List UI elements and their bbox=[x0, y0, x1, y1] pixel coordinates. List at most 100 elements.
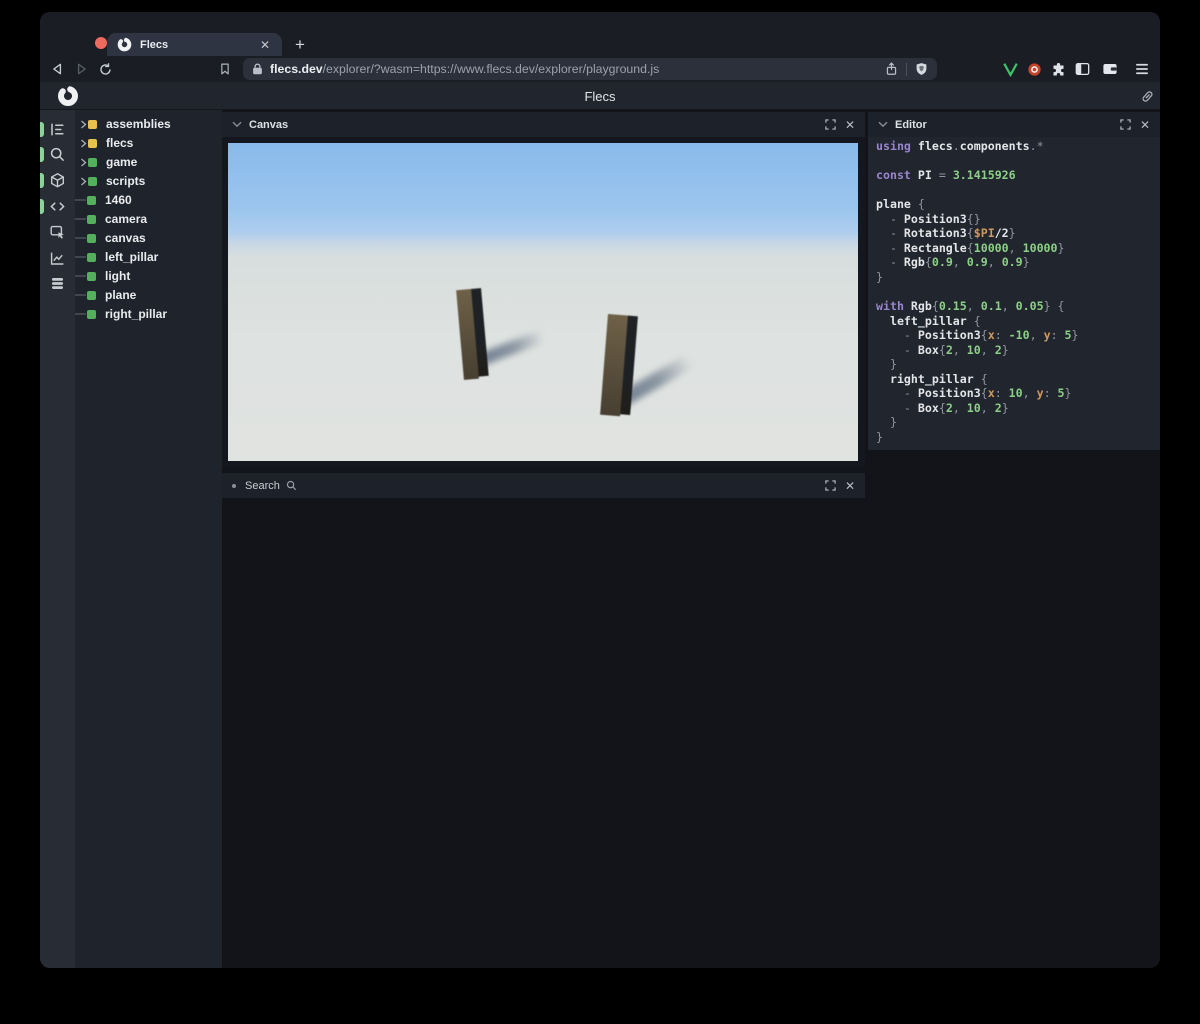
tree-item-left_pillar[interactable]: left_pillar bbox=[75, 248, 222, 267]
menu-icon[interactable] bbox=[1132, 59, 1152, 79]
code-line: plane { bbox=[876, 197, 925, 212]
rows-icon[interactable] bbox=[40, 272, 75, 296]
left-pillar bbox=[456, 288, 489, 380]
reload-button[interactable] bbox=[95, 59, 115, 79]
cube-icon[interactable] bbox=[40, 169, 75, 193]
tree-item-1460[interactable]: 1460 bbox=[75, 191, 222, 210]
wallet-icon[interactable] bbox=[1100, 59, 1120, 79]
chevron-right-icon[interactable] bbox=[79, 139, 88, 148]
code-line: - Rgb{0.9, 0.9, 0.9} bbox=[876, 255, 1030, 270]
close-panel-icon[interactable]: ✕ bbox=[1140, 119, 1150, 131]
new-tab-button[interactable]: + bbox=[288, 33, 312, 56]
select-icon[interactable] bbox=[40, 220, 75, 244]
app-header bbox=[40, 82, 1160, 110]
leaf-connector bbox=[75, 294, 86, 296]
tree-item-light[interactable]: light bbox=[75, 267, 222, 286]
forward-button[interactable] bbox=[71, 59, 91, 79]
search-icon bbox=[286, 480, 297, 491]
tree-item-label: flecs bbox=[106, 136, 134, 150]
code-line: left_pillar { bbox=[876, 313, 981, 328]
extensions-puzzle-icon[interactable] bbox=[1048, 59, 1068, 79]
tree-item-game[interactable]: game bbox=[75, 153, 222, 172]
chevron-right-icon[interactable] bbox=[79, 177, 88, 186]
tree-item-label: scripts bbox=[106, 174, 146, 188]
flecs-logo bbox=[57, 85, 79, 107]
url-text: flecs.dev/explorer/?wasm=https://www.fle… bbox=[270, 62, 660, 76]
code-line: - Box{2, 10, 2} bbox=[876, 342, 1009, 357]
chevron-right-icon[interactable] bbox=[79, 158, 88, 167]
tool-sidebar bbox=[40, 110, 75, 968]
tab-close-icon[interactable]: ✕ bbox=[256, 37, 274, 53]
code-line: const PI = 3.1415926 bbox=[876, 168, 1016, 183]
tree-item-plane[interactable]: plane bbox=[75, 286, 222, 305]
leaf-connector bbox=[75, 275, 86, 277]
entity-kind-swatch bbox=[88, 119, 97, 129]
bookmark-icon[interactable] bbox=[215, 59, 235, 79]
code-line: with Rgb{0.15, 0.1, 0.05} { bbox=[876, 299, 1065, 314]
extension-record-icon[interactable] bbox=[1024, 59, 1044, 79]
tree-item-label: right_pillar bbox=[105, 307, 168, 321]
entity-tree-panel: assemblies flecs game scripts 1460 camera canv… bbox=[75, 110, 222, 968]
entity-kind-swatch bbox=[87, 271, 96, 281]
tree-item-canvas[interactable]: canvas bbox=[75, 229, 222, 248]
canvas-panel-title: Canvas bbox=[249, 118, 289, 131]
browser-tab[interactable]: Flecs ✕ bbox=[107, 33, 282, 56]
code-editor[interactable]: using flecs.components.* const PI = 3.141… bbox=[876, 139, 1152, 448]
tree-item-label: 1460 bbox=[105, 193, 132, 207]
leaf-connector bbox=[75, 237, 86, 239]
tree-item-scripts[interactable]: scripts bbox=[75, 172, 222, 191]
chevron-right-icon[interactable] bbox=[79, 120, 88, 129]
permalink-icon[interactable] bbox=[1140, 89, 1155, 104]
expand-panel-icon[interactable] bbox=[825, 119, 836, 130]
code-line: } bbox=[876, 269, 883, 284]
tree-item-camera[interactable]: camera bbox=[75, 210, 222, 229]
close-panel-icon[interactable]: ✕ bbox=[845, 119, 855, 131]
entity-kind-swatch bbox=[87, 233, 96, 243]
lock-icon[interactable] bbox=[252, 63, 263, 75]
brave-shield-icon[interactable] bbox=[915, 62, 928, 76]
code-line: - Rectangle{10000, 10000} bbox=[876, 240, 1065, 255]
tree-item-flecs[interactable]: flecs bbox=[75, 134, 222, 153]
code-line: - Box{2, 10, 2} bbox=[876, 400, 1009, 415]
code-line: - Position3{} bbox=[876, 211, 981, 226]
tree-item-right_pillar[interactable]: right_pillar bbox=[75, 305, 222, 324]
entity-tree-icon[interactable] bbox=[40, 117, 75, 141]
entity-kind-swatch bbox=[87, 195, 96, 205]
code-icon[interactable] bbox=[40, 194, 75, 218]
code-line: using flecs.components.* bbox=[876, 139, 1044, 153]
share-icon[interactable] bbox=[885, 62, 898, 76]
search-icon[interactable] bbox=[40, 143, 75, 167]
editor-panel-header[interactable]: Editor ✕ bbox=[868, 112, 1160, 137]
divider bbox=[906, 62, 907, 76]
address-bar[interactable]: flecs.dev/explorer/?wasm=https://www.fle… bbox=[243, 58, 937, 80]
code-line: right_pillar { bbox=[876, 371, 988, 386]
entity-kind-swatch bbox=[88, 176, 97, 186]
tree-item-label: plane bbox=[105, 288, 137, 302]
code-line: } bbox=[876, 415, 897, 430]
back-button[interactable] bbox=[48, 59, 68, 79]
entity-kind-swatch bbox=[88, 138, 97, 148]
3d-viewport[interactable] bbox=[228, 143, 858, 461]
canvas-panel-header[interactable]: Canvas ✕ bbox=[222, 112, 865, 137]
tree-item-assemblies[interactable]: assemblies bbox=[75, 115, 222, 134]
collapsed-dot-icon[interactable] bbox=[232, 483, 236, 488]
close-panel-icon[interactable]: ✕ bbox=[845, 480, 855, 492]
tree-item-label: camera bbox=[105, 212, 148, 226]
chevron-down-icon[interactable] bbox=[878, 121, 888, 128]
chart-icon[interactable] bbox=[40, 246, 75, 270]
tab-title: Flecs bbox=[140, 38, 169, 51]
tab-bar: Flecs ✕ + bbox=[40, 12, 1160, 56]
expand-panel-icon[interactable] bbox=[825, 480, 836, 491]
chevron-down-icon[interactable] bbox=[232, 121, 242, 128]
sidebar-toggle-icon[interactable] bbox=[1072, 59, 1092, 79]
entity-kind-swatch bbox=[87, 252, 96, 262]
entity-kind-swatch bbox=[87, 290, 96, 300]
leaf-connector bbox=[75, 256, 86, 258]
search-panel-header[interactable]: Search ✕ bbox=[222, 473, 865, 498]
expand-panel-icon[interactable] bbox=[1120, 119, 1131, 130]
extension-v-icon[interactable] bbox=[1000, 59, 1020, 79]
close-window-button[interactable] bbox=[95, 37, 107, 49]
tree-item-label: assemblies bbox=[106, 117, 171, 131]
code-line: - Position3{x: -10, y: 5} bbox=[876, 328, 1079, 343]
